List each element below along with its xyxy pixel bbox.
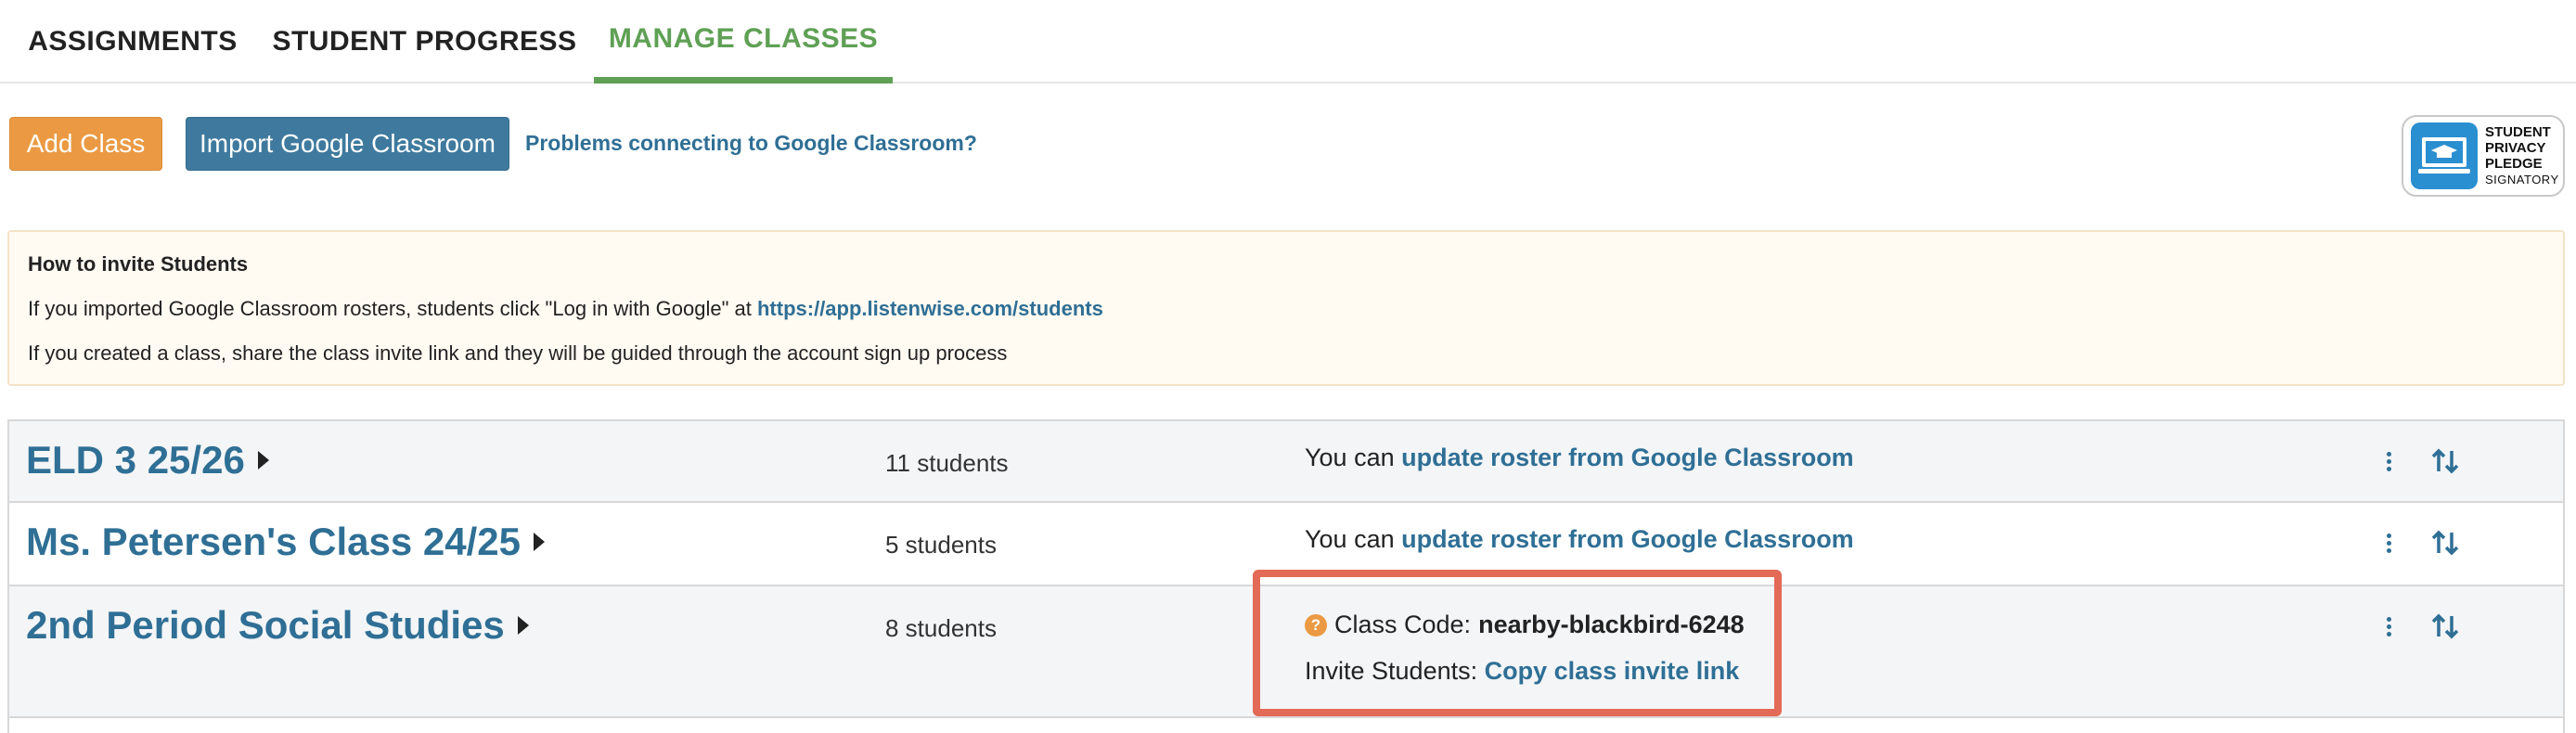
update-roster-link[interactable]: update roster from Google Classroom xyxy=(1401,525,1854,553)
student-privacy-pledge-badge[interactable]: STUDENT PRIVACY PLEDGE SIGNATORY xyxy=(2402,115,2565,197)
tab-bar: ASSIGNMENTS STUDENT PROGRESS MANAGE CLAS… xyxy=(0,0,2576,84)
class-name-link[interactable]: ELD 3 25/26 xyxy=(26,438,269,482)
tab-assignments[interactable]: ASSIGNMENTS xyxy=(9,0,256,84)
invite-instructions-google-text: If you imported Google Classroom rosters… xyxy=(28,297,757,320)
import-google-classroom-button[interactable]: Import Google Classroom xyxy=(186,117,509,171)
badge-line-signatory: SIGNATORY xyxy=(2485,173,2559,186)
roster-update-prefix: You can xyxy=(1305,444,1402,471)
student-login-link[interactable]: https://app.listenwise.com/students xyxy=(757,297,1103,320)
invite-instructions-manual: If you created a class, share the class … xyxy=(28,341,1008,365)
class-row: ELD 3 25/26 11 students You can update r… xyxy=(9,421,2563,503)
class-name-link[interactable]: 2nd Period Social Studies xyxy=(26,603,529,648)
reorder-icon[interactable] xyxy=(2429,527,2461,559)
update-roster-link[interactable]: update roster from Google Classroom xyxy=(1401,444,1854,471)
student-count: 5 students xyxy=(885,531,997,559)
invite-instructions-panel: How to invite Students If you imported G… xyxy=(7,230,2565,386)
invite-instructions-google: If you imported Google Classroom rosters… xyxy=(28,297,1103,321)
reorder-icon[interactable] xyxy=(2429,611,2461,642)
class-name-link[interactable]: Ms. Petersen's Class 24/25 xyxy=(26,520,545,564)
more-options-icon[interactable] xyxy=(2381,614,2396,642)
class-name: 2nd Period Social Studies xyxy=(26,603,505,647)
reorder-icon[interactable] xyxy=(2429,445,2461,477)
caret-right-icon xyxy=(533,533,545,551)
roster-update-message: You can update roster from Google Classr… xyxy=(1305,444,1854,472)
tab-student-progress[interactable]: STUDENT PROGRESS xyxy=(269,0,580,84)
roster-update-message: You can update roster from Google Classr… xyxy=(1305,525,1854,554)
class-name: Ms. Petersen's Class 24/25 xyxy=(26,520,521,563)
invite-instructions-title: How to invite Students xyxy=(28,252,249,276)
add-class-button[interactable]: Add Class xyxy=(9,117,162,171)
google-classroom-help-link[interactable]: Problems connecting to Google Classroom? xyxy=(525,131,977,156)
student-count: 11 students xyxy=(885,449,1009,477)
class-name: ELD 3 25/26 xyxy=(26,438,245,482)
student-count: 8 students xyxy=(885,614,997,642)
badge-line-student: STUDENT xyxy=(2485,124,2551,140)
roster-update-prefix: You can xyxy=(1305,525,1402,553)
badge-line-privacy: PRIVACY xyxy=(2485,140,2546,156)
tab-manage-classes[interactable]: MANAGE CLASSES xyxy=(594,0,893,84)
laptop-graduation-cap-icon xyxy=(2411,122,2478,189)
more-options-icon[interactable] xyxy=(2381,449,2396,477)
class-code-highlight-box xyxy=(1253,570,1782,716)
caret-right-icon xyxy=(257,451,269,469)
badge-line-pledge: PLEDGE xyxy=(2485,156,2543,172)
badge-text: STUDENT PRIVACY PLEDGE SIGNATORY xyxy=(2485,124,2559,187)
more-options-icon[interactable] xyxy=(2381,531,2396,559)
caret-right-icon xyxy=(517,616,529,635)
